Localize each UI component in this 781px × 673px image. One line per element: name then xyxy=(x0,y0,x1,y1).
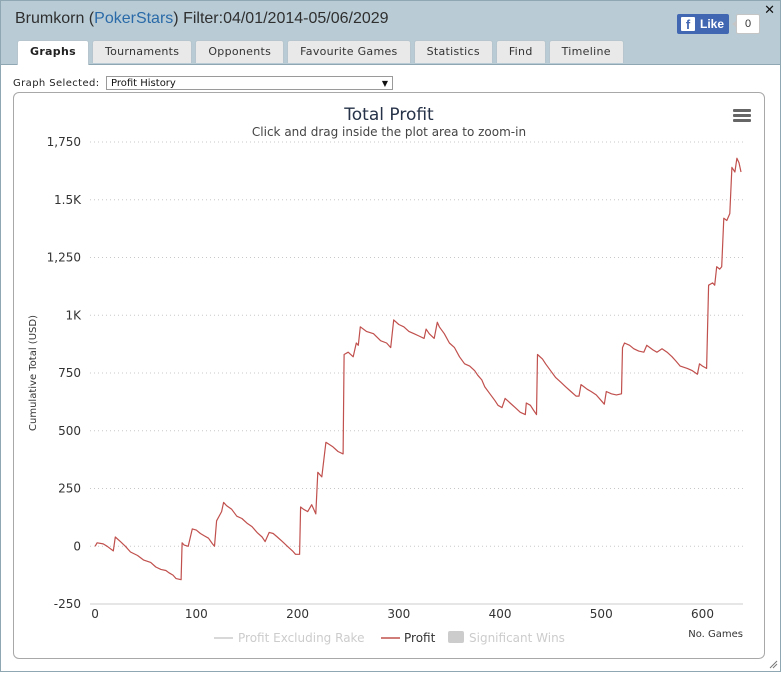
chart-menu-icon[interactable] xyxy=(733,109,751,123)
player-graph-window: Brumkorn (PokerStars) Filter:04/01/2014-… xyxy=(0,0,781,672)
date-filter: Filter:04/01/2014-05/06/2029 xyxy=(183,10,389,27)
window-header: Brumkorn (PokerStars) Filter:04/01/2014-… xyxy=(1,1,780,65)
resize-grip-icon[interactable] xyxy=(768,659,778,669)
tab-bar: Graphs Tournaments Opponents Favourite G… xyxy=(17,40,627,65)
tab-timeline[interactable]: Timeline xyxy=(548,40,624,63)
chart-container[interactable] xyxy=(13,92,765,659)
graph-select[interactable]: Profit History ▼ xyxy=(106,76,393,90)
player-name: Brumkorn xyxy=(15,10,85,27)
like-count: 0 xyxy=(732,14,760,34)
tab-find[interactable]: Find xyxy=(495,40,546,63)
window-title: Brumkorn (PokerStars) Filter:04/01/2014-… xyxy=(15,10,389,27)
tab-graphs[interactable]: Graphs xyxy=(17,40,89,65)
like-label: Like xyxy=(700,17,725,31)
dropdown-arrow-icon: ▼ xyxy=(381,79,388,88)
close-icon[interactable]: ✕ xyxy=(764,3,775,18)
tab-tournaments[interactable]: Tournaments xyxy=(91,40,193,63)
site-link[interactable]: PokerStars xyxy=(94,10,173,27)
graph-select-value: Profit History xyxy=(111,78,176,89)
tab-opponents[interactable]: Opponents xyxy=(195,40,285,63)
facebook-icon: f xyxy=(681,17,695,32)
facebook-like-button[interactable]: f Like xyxy=(677,14,729,34)
tab-statistics[interactable]: Statistics xyxy=(413,40,493,63)
graph-selector-label: Graph Selected: xyxy=(13,78,100,89)
tab-favourite-games[interactable]: Favourite Games xyxy=(287,40,411,63)
